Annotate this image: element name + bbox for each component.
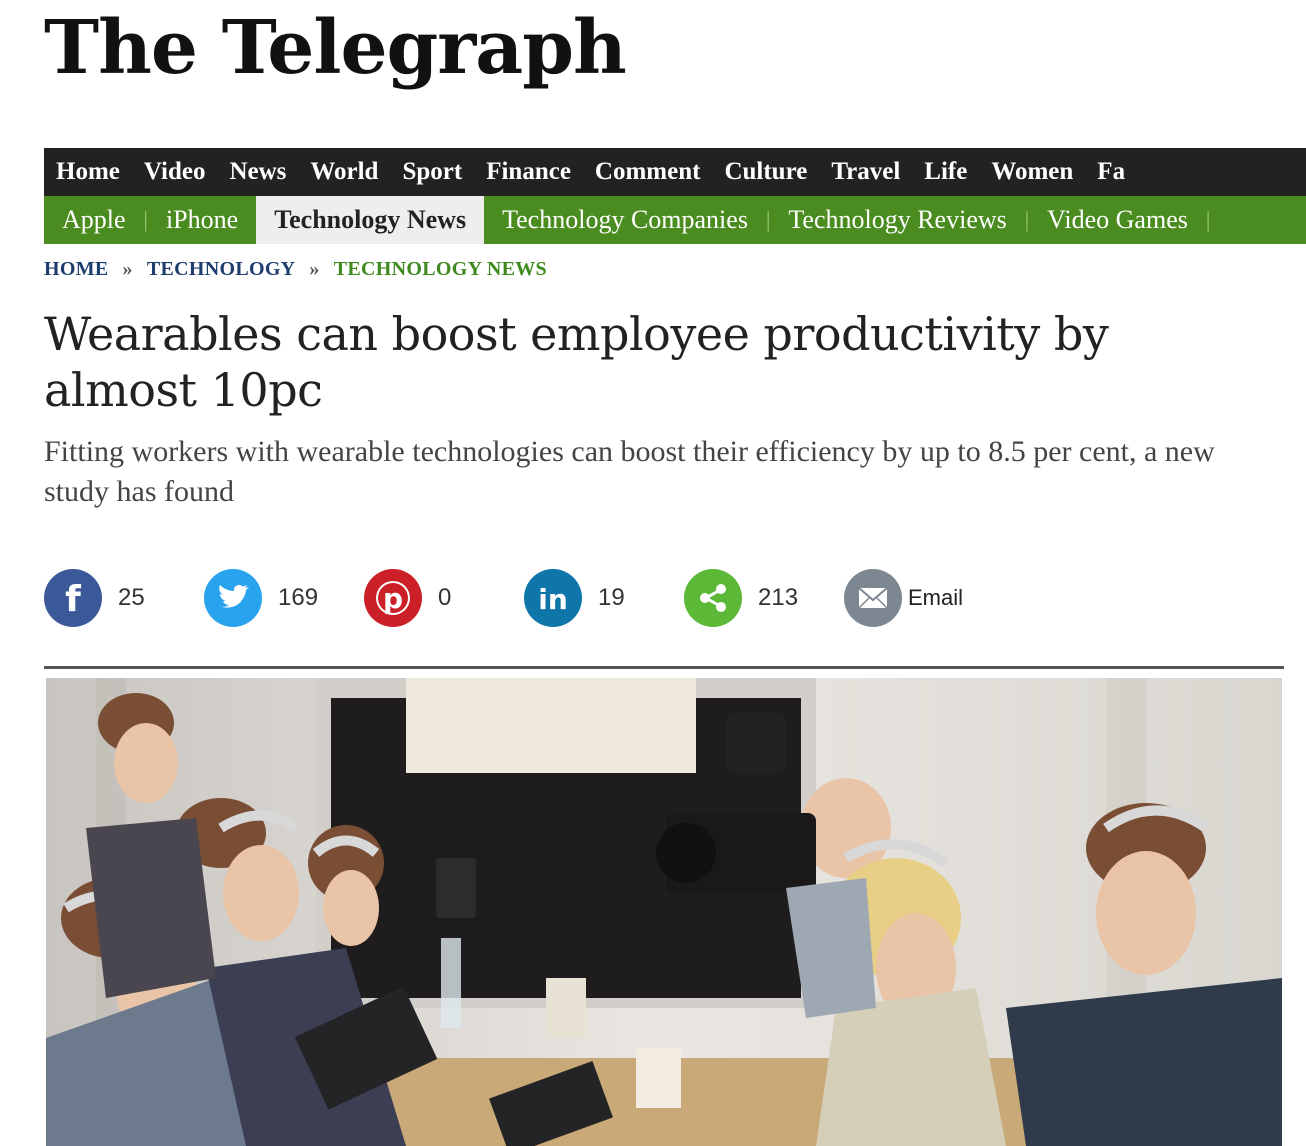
facebook-share[interactable]: f 25 bbox=[44, 568, 145, 628]
subnav-technology-companies[interactable]: Technology Companies bbox=[484, 196, 766, 244]
article-image bbox=[46, 678, 1282, 1146]
main-nav: Home Video News World Sport Finance Comm… bbox=[44, 148, 1306, 196]
svg-text:f: f bbox=[65, 579, 81, 620]
breadcrumb-technology[interactable]: Technology bbox=[147, 258, 296, 280]
pinterest-icon[interactable]: p bbox=[364, 569, 422, 627]
nav-sport[interactable]: Sport bbox=[390, 148, 474, 196]
article-standfirst: Fitting workers with wearable technologi… bbox=[44, 435, 1215, 508]
nav-culture[interactable]: Culture bbox=[712, 148, 819, 196]
email-share[interactable]: Email bbox=[844, 568, 963, 628]
breadcrumb: Home » Technology » Technology News bbox=[44, 258, 547, 281]
svg-text:p: p bbox=[383, 582, 403, 615]
subnav-iphone[interactable]: iPhone bbox=[148, 196, 256, 244]
email-label: Email bbox=[908, 585, 964, 610]
twitter-share[interactable]: 169 bbox=[204, 568, 318, 628]
twitter-icon[interactable] bbox=[204, 569, 262, 627]
nav-women[interactable]: Women bbox=[979, 148, 1085, 196]
breadcrumb-separator: » bbox=[309, 258, 320, 280]
subnav-separator: | bbox=[1205, 207, 1211, 232]
facebook-count: 25 bbox=[118, 584, 145, 611]
subnav-apple[interactable]: Apple bbox=[44, 196, 144, 244]
nav-life[interactable]: Life bbox=[912, 148, 979, 196]
facebook-icon[interactable]: f bbox=[44, 569, 102, 627]
breadcrumb-separator: » bbox=[122, 258, 133, 280]
nav-home[interactable]: Home bbox=[44, 148, 132, 196]
twitter-count: 169 bbox=[278, 584, 319, 611]
linkedin-icon[interactable]: in bbox=[524, 569, 582, 627]
nav-world[interactable]: World bbox=[298, 148, 390, 196]
subnav-technology-news[interactable]: Technology News bbox=[256, 196, 485, 244]
linkedin-share[interactable]: in 19 bbox=[524, 568, 625, 628]
pinterest-count: 0 bbox=[438, 584, 452, 611]
office-photo bbox=[46, 678, 1282, 1146]
share-icon[interactable] bbox=[684, 569, 742, 627]
subnav-technology-reviews[interactable]: Technology Reviews bbox=[770, 196, 1024, 244]
nav-comment[interactable]: Comment bbox=[583, 148, 713, 196]
nav-news[interactable]: News bbox=[217, 148, 298, 196]
share-bar: f 25 169 p 0 in 19 213 Email bbox=[44, 568, 1044, 628]
nav-finance[interactable]: Finance bbox=[474, 148, 583, 196]
telegraph-logo[interactable]: The Telegraph bbox=[44, 7, 627, 89]
pinterest-share[interactable]: p 0 bbox=[364, 568, 451, 628]
email-icon[interactable] bbox=[844, 569, 902, 627]
nav-video[interactable]: Video bbox=[132, 148, 218, 196]
breadcrumb-home[interactable]: Home bbox=[44, 258, 109, 280]
linkedin-count: 19 bbox=[598, 584, 625, 611]
sub-nav: Apple | iPhone Technology News Technolog… bbox=[44, 196, 1306, 244]
nav-fashion[interactable]: Fa bbox=[1085, 148, 1137, 196]
divider bbox=[44, 666, 1284, 669]
svg-text:in: in bbox=[538, 583, 568, 616]
share-count: 213 bbox=[758, 584, 799, 611]
article-headline: Wearables can boost employee productivit… bbox=[44, 307, 1109, 417]
breadcrumb-technology-news[interactable]: Technology News bbox=[334, 258, 547, 280]
generic-share[interactable]: 213 bbox=[684, 568, 798, 628]
subnav-video-games[interactable]: Video Games bbox=[1029, 196, 1206, 244]
nav-travel[interactable]: Travel bbox=[819, 148, 912, 196]
